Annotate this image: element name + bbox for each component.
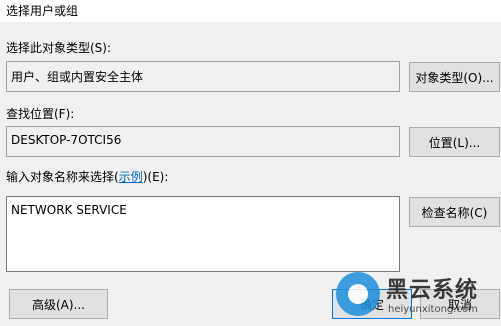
ok-button[interactable]: 确定 xyxy=(332,289,412,319)
object-types-button[interactable]: 对象类型(O)... xyxy=(409,62,500,92)
location-label: 查找位置(F): xyxy=(6,107,75,121)
object-names-label-suffix: )(E): xyxy=(142,170,169,184)
check-names-button[interactable]: 检查名称(C) xyxy=(409,197,500,227)
object-names-label-prefix: 输入对象名称来选择( xyxy=(6,170,119,184)
examples-link[interactable]: 示例 xyxy=(119,170,143,184)
object-types-field: 用户、组或内置安全主体 xyxy=(6,61,400,92)
title-bar: 选择用户或组 xyxy=(0,0,501,22)
cancel-button[interactable]: 取消 xyxy=(420,289,500,319)
object-names-input[interactable]: NETWORK SERVICE xyxy=(6,196,400,272)
object-types-label: 选择此对象类型(S): xyxy=(6,41,112,55)
object-names-label: 输入对象名称来选择(示例)(E): xyxy=(6,168,168,185)
location-field: DESKTOP-7OTCI56 xyxy=(6,126,400,157)
location-button[interactable]: 位置(L)... xyxy=(409,127,500,157)
advanced-button[interactable]: 高级(A)... xyxy=(9,289,108,319)
window-title: 选择用户或组 xyxy=(6,4,79,18)
